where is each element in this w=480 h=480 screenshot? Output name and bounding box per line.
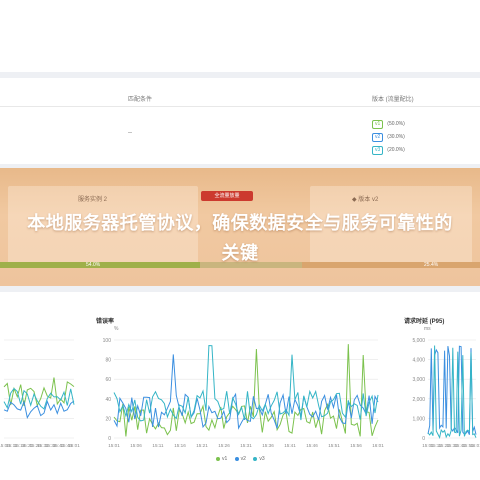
legend-v2[interactable]: v2 xyxy=(241,456,246,462)
version-tag[interactable]: v3 xyxy=(372,146,384,155)
version-row-v1: v1 (50.0%) xyxy=(372,112,405,129)
latency-title: 请求时延 (P95) xyxy=(404,319,445,325)
table-header: 匹配条件 版本 (流量配比) xyxy=(0,92,480,107)
version-label: ◆ 版本 v2 xyxy=(352,197,379,203)
match-condition-value: -- xyxy=(128,130,132,136)
column-header-version: 版本 (流量配比) xyxy=(372,97,414,103)
column-header-match: 匹配条件 xyxy=(128,97,153,103)
legend-v1[interactable]: v1 xyxy=(222,456,227,462)
error-rate-unit: % xyxy=(114,326,119,332)
instance-label: 服务实例 2 xyxy=(78,197,108,203)
latency-unit: ms xyxy=(424,326,431,332)
version-pct: (20.0%) xyxy=(387,147,405,153)
version-row-v3: v3 (20.0%) xyxy=(372,138,405,155)
error-rate-title: 错误率 xyxy=(96,319,115,325)
full-release-button[interactable]: 全流量放量 xyxy=(201,191,253,201)
chart-legend: v1 v2 v3 xyxy=(210,456,265,462)
legend-v3[interactable]: v3 xyxy=(259,456,264,462)
version-row-v2: v2 (30.0%) xyxy=(372,125,405,142)
version-table: 匹配条件 版本 (流量配比) -- v1 (50.0%) v2 (30.0%) v3… xyxy=(0,78,480,164)
headline: 本地服务器托管协议，确保数据安全与服务可靠性的关键 xyxy=(27,213,453,263)
top-panel xyxy=(0,0,480,72)
